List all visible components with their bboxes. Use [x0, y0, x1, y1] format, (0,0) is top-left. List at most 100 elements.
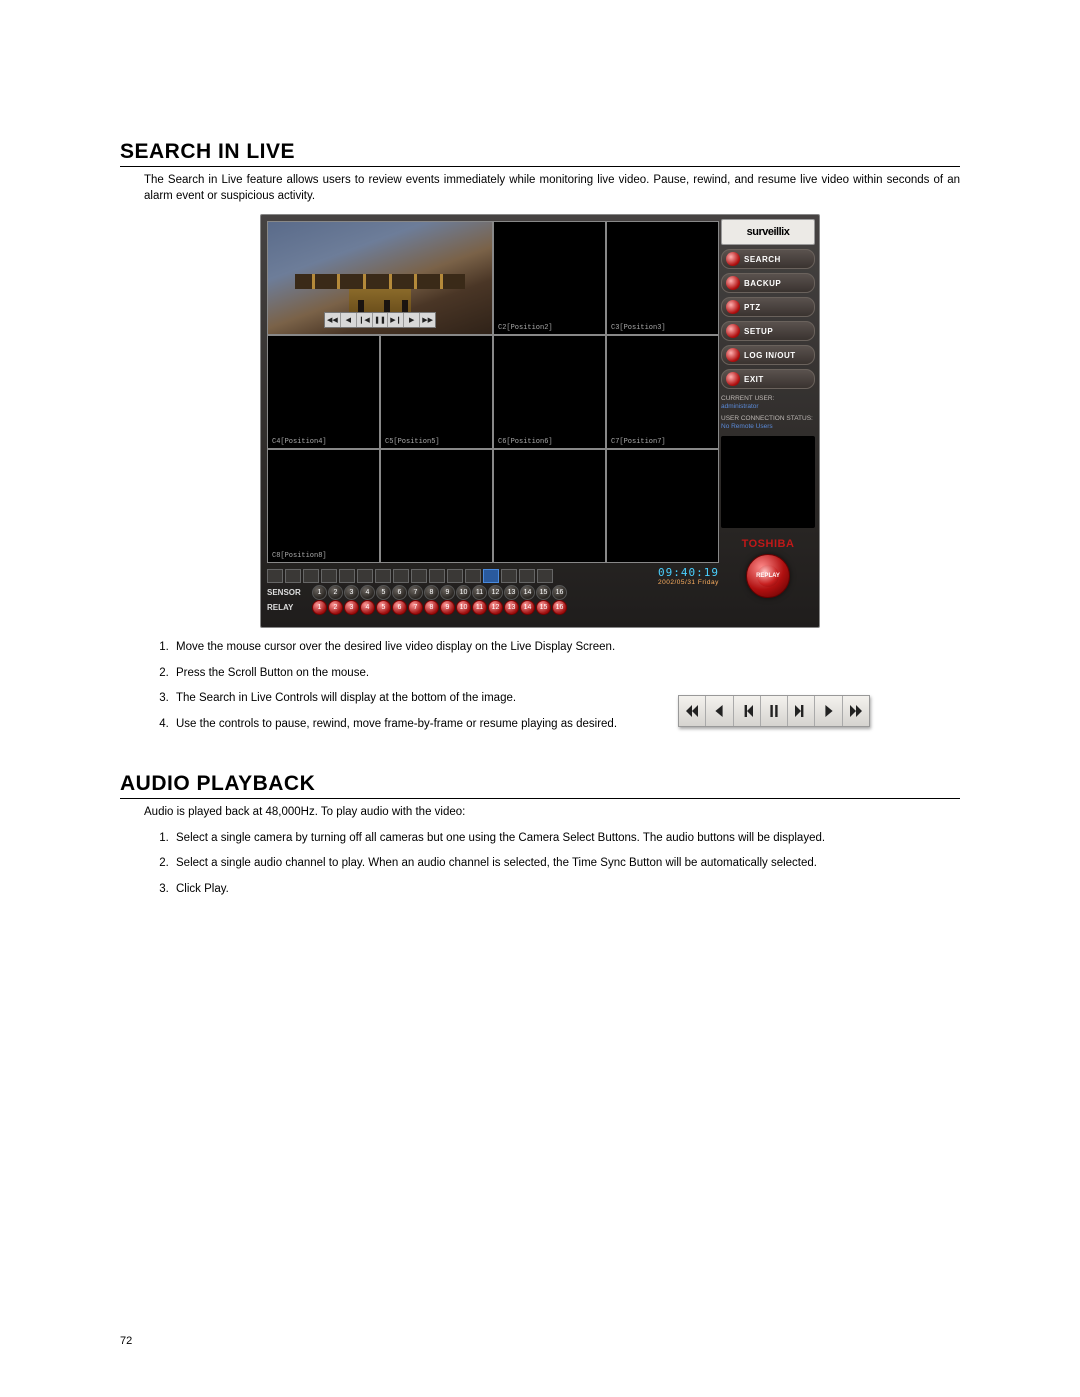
camera-cell[interactable]: C6[Position6] — [493, 335, 606, 449]
relay-13-button[interactable]: 13 — [504, 600, 519, 615]
side-search-button[interactable]: SEARCH — [721, 249, 815, 269]
cell-label: C3[Position3] — [611, 324, 666, 332]
search-in-live-controls[interactable]: ◀◀ ◀ ❙◀ ❚❚ ▶❙ ▶ ▶▶ — [324, 312, 436, 328]
layout-button[interactable] — [465, 569, 481, 583]
camera-cell[interactable]: C8[Position8] — [267, 449, 380, 563]
next-frame-button[interactable] — [788, 696, 815, 726]
sensor-16-button[interactable]: 16 — [552, 585, 567, 600]
step: Select a single camera by turning off al… — [172, 831, 960, 847]
layout-button[interactable] — [321, 569, 337, 583]
camera-cell[interactable] — [606, 449, 719, 563]
layout-button[interactable] — [375, 569, 391, 583]
clock: 09:40:19 — [658, 566, 719, 579]
relay-14-button[interactable]: 14 — [520, 600, 535, 615]
conn-status: No Remote Users — [721, 423, 815, 431]
section1-steps: Move the mouse cursor over the desired l… — [144, 640, 960, 681]
layout-button[interactable] — [411, 569, 427, 583]
sensor-2-button[interactable]: 2 — [328, 585, 343, 600]
relay-7-button[interactable]: 7 — [408, 600, 423, 615]
camera-cell[interactable]: C3[Position3] — [606, 221, 719, 335]
sensor-7-button[interactable]: 7 — [408, 585, 423, 600]
relay-1-button[interactable]: 1 — [312, 600, 327, 615]
relay-6-button[interactable]: 6 — [392, 600, 407, 615]
fast-fwd-button[interactable] — [843, 696, 869, 726]
replay-knob[interactable]: REPLAY — [746, 554, 790, 598]
relay-10-button[interactable]: 10 — [456, 600, 471, 615]
layout-button[interactable] — [519, 569, 535, 583]
side-label: LOG IN/OUT — [744, 351, 796, 360]
side-ptz-button[interactable]: PTZ — [721, 297, 815, 317]
sensor-row: SENSOR 12345678910111213141516 — [267, 585, 719, 600]
sensor-11-button[interactable]: 11 — [472, 585, 487, 600]
sensor-3-button[interactable]: 3 — [344, 585, 359, 600]
cell-label: C2[Position2] — [498, 324, 553, 332]
dvr-screenshot: ◀◀ ◀ ❙◀ ❚❚ ▶❙ ▶ ▶▶ C2[Position2] C3[Posi… — [260, 214, 820, 628]
mini-stepback-icon[interactable]: ❙◀ — [357, 313, 373, 327]
camera-cell[interactable]: C4[Position4] — [267, 335, 380, 449]
mini-ffwd-icon[interactable]: ▶▶ — [420, 313, 435, 327]
sensor-15-button[interactable]: 15 — [536, 585, 551, 600]
side-setup-button[interactable]: SETUP — [721, 321, 815, 341]
step-fwd-button[interactable] — [815, 696, 842, 726]
layout-button[interactable] — [393, 569, 409, 583]
layout-button[interactable] — [267, 569, 283, 583]
camera-cell[interactable] — [380, 449, 493, 563]
relay-3-button[interactable]: 3 — [344, 600, 359, 615]
relay-row: RELAY 12345678910111213141516 — [267, 600, 719, 615]
mini-pause-icon[interactable]: ❚❚ — [373, 313, 389, 327]
sensor-4-button[interactable]: 4 — [360, 585, 375, 600]
sensor-9-button[interactable]: 9 — [440, 585, 455, 600]
side-log-in-out-button[interactable]: LOG IN/OUT — [721, 345, 815, 365]
mini-rewind-icon[interactable]: ◀◀ — [325, 313, 341, 327]
mini-stepfwd-icon[interactable]: ▶❙ — [388, 313, 404, 327]
layout-button[interactable] — [447, 569, 463, 583]
layout-button[interactable] — [483, 569, 499, 583]
relay-8-button[interactable]: 8 — [424, 600, 439, 615]
sensor-14-button[interactable]: 14 — [520, 585, 535, 600]
relay-16-button[interactable]: 16 — [552, 600, 567, 615]
relay-5-button[interactable]: 5 — [376, 600, 391, 615]
relay-label: RELAY — [267, 603, 307, 612]
layout-button[interactable] — [429, 569, 445, 583]
relay-4-button[interactable]: 4 — [360, 600, 375, 615]
relay-9-button[interactable]: 9 — [440, 600, 455, 615]
camera-cell-1[interactable]: ◀◀ ◀ ❙◀ ❚❚ ▶❙ ▶ ▶▶ — [267, 221, 493, 335]
layout-button[interactable] — [357, 569, 373, 583]
sensor-8-button[interactable]: 8 — [424, 585, 439, 600]
sensor-5-button[interactable]: 5 — [376, 585, 391, 600]
relay-11-button[interactable]: 11 — [472, 600, 487, 615]
mini-back-icon[interactable]: ◀ — [341, 313, 357, 327]
sensor-6-button[interactable]: 6 — [392, 585, 407, 600]
layout-button[interactable] — [285, 569, 301, 583]
step-back-button[interactable] — [706, 696, 733, 726]
camera-cell[interactable] — [493, 449, 606, 563]
side-backup-button[interactable]: BACKUP — [721, 273, 815, 293]
pause-button[interactable] — [761, 696, 788, 726]
sensor-10-button[interactable]: 10 — [456, 585, 471, 600]
camera-cell[interactable]: C7[Position7] — [606, 335, 719, 449]
mini-play-icon[interactable]: ▶ — [404, 313, 420, 327]
sensor-12-button[interactable]: 12 — [488, 585, 503, 600]
relay-15-button[interactable]: 15 — [536, 600, 551, 615]
sensor-13-button[interactable]: 13 — [504, 585, 519, 600]
sensor-1-button[interactable]: 1 — [312, 585, 327, 600]
side-exit-button[interactable]: EXIT — [721, 369, 815, 389]
surveillix-logo: surveillix — [721, 219, 815, 245]
prev-frame-button[interactable] — [734, 696, 761, 726]
camera-cell[interactable]: C2[Position2] — [493, 221, 606, 335]
cell-label: C4[Position4] — [272, 438, 327, 446]
step: Use the controls to pause, rewind, move … — [172, 717, 662, 733]
rewind-button[interactable] — [679, 696, 706, 726]
layout-button[interactable] — [339, 569, 355, 583]
camera-grid: ◀◀ ◀ ❙◀ ❚❚ ▶❙ ▶ ▶▶ C2[Position2] C3[Posi… — [267, 221, 719, 563]
layout-button[interactable] — [537, 569, 553, 583]
playback-control-bar — [678, 695, 870, 727]
side-icon — [726, 300, 740, 314]
side-icon — [726, 372, 740, 386]
relay-2-button[interactable]: 2 — [328, 600, 343, 615]
step: Move the mouse cursor over the desired l… — [172, 640, 960, 656]
layout-button[interactable] — [303, 569, 319, 583]
camera-cell[interactable]: C5[Position5] — [380, 335, 493, 449]
relay-12-button[interactable]: 12 — [488, 600, 503, 615]
layout-button[interactable] — [501, 569, 517, 583]
